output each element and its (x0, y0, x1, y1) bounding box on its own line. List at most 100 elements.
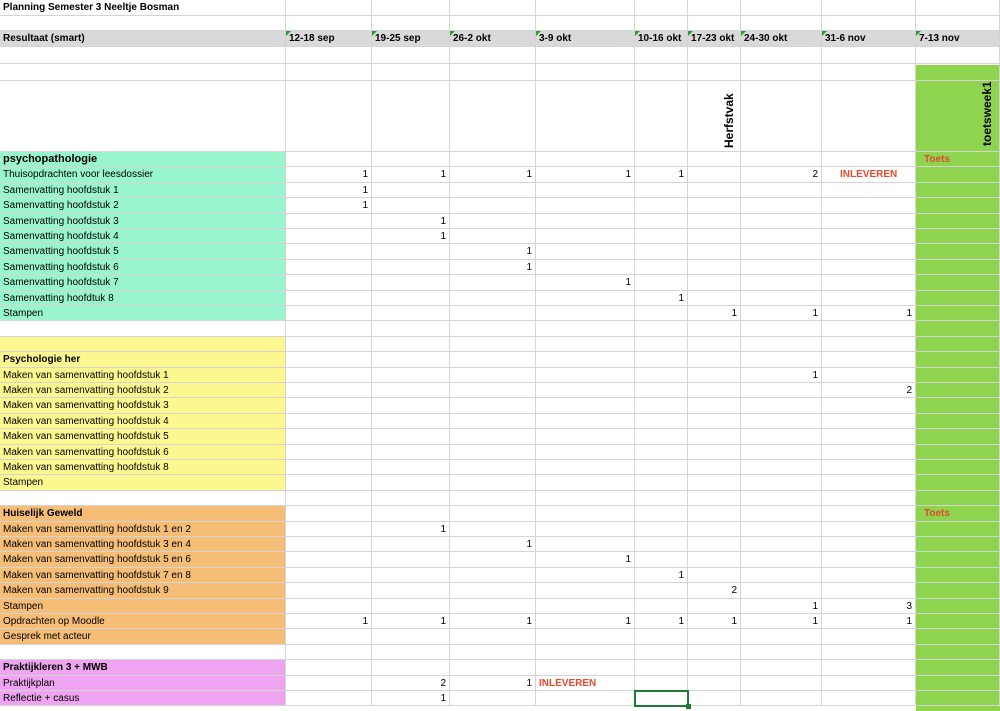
hours-cell[interactable] (450, 398, 536, 414)
hours-cell[interactable] (635, 598, 688, 614)
hours-cell[interactable] (450, 429, 536, 445)
hours-cell[interactable]: 1 (372, 167, 450, 183)
empty-cell[interactable] (688, 16, 741, 31)
empty-cell[interactable] (741, 506, 822, 522)
hours-cell[interactable] (822, 259, 916, 276)
task-label[interactable]: Maken van samenvatting hoofdstuk 5 en 6 (0, 552, 286, 568)
empty-cell[interactable] (741, 321, 822, 337)
empty-cell[interactable] (372, 81, 450, 152)
empty-cell[interactable] (635, 506, 688, 522)
hours-cell[interactable]: 1 (688, 614, 741, 630)
hours-cell[interactable] (536, 429, 635, 445)
toetsweek-cell[interactable] (916, 182, 1000, 199)
hours-cell[interactable]: 1 (450, 259, 536, 276)
hours-cell[interactable] (286, 429, 372, 445)
deadline-note[interactable]: INLEVEREN (822, 167, 916, 183)
toetsweek-cell[interactable] (916, 629, 1000, 645)
toetsweek-cell[interactable] (916, 490, 1000, 507)
hours-cell[interactable] (822, 460, 916, 476)
hours-cell[interactable] (286, 598, 372, 614)
empty-cell[interactable] (741, 490, 822, 507)
hours-cell[interactable] (688, 460, 741, 476)
empty-cell[interactable] (635, 152, 688, 168)
hours-cell[interactable] (536, 229, 635, 245)
hours-cell[interactable] (536, 290, 635, 306)
hours-cell[interactable]: 1 (372, 521, 450, 537)
hours-cell[interactable] (372, 444, 450, 460)
task-label[interactable]: Maken van samenvatting hoofdstuk 1 en 2 (0, 521, 286, 537)
hours-cell[interactable] (536, 537, 635, 553)
hours-cell[interactable] (741, 290, 822, 306)
hours-cell[interactable]: 2 (372, 675, 450, 691)
hours-cell[interactable] (822, 213, 916, 229)
toetsweek-cell[interactable] (916, 367, 1000, 383)
hours-cell[interactable] (372, 537, 450, 553)
empty-cell[interactable] (536, 0, 635, 16)
hours-cell[interactable] (286, 675, 372, 691)
empty-cell[interactable] (0, 47, 286, 64)
empty-cell[interactable] (916, 0, 1000, 16)
hours-cell[interactable] (741, 475, 822, 491)
hours-cell[interactable] (536, 367, 635, 383)
empty-cell[interactable] (286, 47, 372, 64)
hours-cell[interactable] (635, 198, 688, 214)
empty-cell[interactable] (741, 152, 822, 168)
hours-cell[interactable] (450, 182, 536, 199)
empty-cell[interactable] (688, 321, 741, 337)
empty-cell[interactable] (822, 336, 916, 353)
hours-cell[interactable] (635, 552, 688, 568)
hours-cell[interactable] (635, 444, 688, 460)
hours-cell[interactable] (688, 444, 741, 460)
hours-cell[interactable] (536, 198, 635, 214)
hours-cell[interactable] (635, 213, 688, 229)
hours-cell[interactable]: 1 (372, 213, 450, 229)
toetsweek-cell[interactable] (916, 583, 1000, 599)
hours-cell[interactable] (536, 475, 635, 491)
hours-cell[interactable] (286, 413, 372, 430)
empty-cell[interactable] (450, 644, 536, 661)
hours-cell[interactable] (822, 413, 916, 430)
hours-cell[interactable] (372, 429, 450, 445)
hours-cell[interactable] (450, 460, 536, 476)
task-label[interactable]: Opdrachten op Moodle (0, 614, 286, 630)
empty-cell[interactable] (450, 352, 536, 368)
hours-cell[interactable] (688, 398, 741, 414)
hours-cell[interactable] (286, 290, 372, 306)
hours-cell[interactable] (741, 429, 822, 445)
hours-cell[interactable] (688, 367, 741, 383)
hours-cell[interactable] (688, 182, 741, 199)
hours-cell[interactable]: 1 (536, 614, 635, 630)
empty-cell[interactable] (286, 644, 372, 661)
header-week[interactable]: 24-30 okt (741, 31, 822, 47)
empty-cell[interactable] (450, 660, 536, 676)
hours-cell[interactable] (635, 521, 688, 537)
hours-cell[interactable] (822, 229, 916, 245)
task-label[interactable]: Maken van samenvatting hoofdstuk 7 en 8 (0, 567, 286, 584)
empty-cell[interactable] (372, 352, 450, 368)
empty-cell[interactable] (635, 352, 688, 368)
hours-cell[interactable] (741, 552, 822, 568)
hours-cell[interactable] (635, 475, 688, 491)
section-title[interactable]: Psychologie her (0, 352, 286, 368)
hours-cell[interactable] (688, 198, 741, 214)
hours-cell[interactable] (688, 675, 741, 691)
hours-cell[interactable] (372, 583, 450, 599)
hours-cell[interactable] (822, 537, 916, 553)
empty-cell[interactable] (741, 660, 822, 676)
empty-cell[interactable] (822, 644, 916, 661)
hours-cell[interactable] (450, 521, 536, 537)
empty-cell[interactable] (372, 506, 450, 522)
hours-cell[interactable] (286, 567, 372, 584)
hours-cell[interactable] (286, 275, 372, 291)
empty-cell[interactable] (286, 321, 372, 337)
hours-cell[interactable] (450, 290, 536, 306)
hours-cell[interactable] (286, 629, 372, 645)
empty-cell[interactable] (635, 336, 688, 353)
hours-cell[interactable] (822, 475, 916, 491)
task-label[interactable]: Maken van samenvatting hoofdstuk 1 (0, 367, 286, 383)
hours-cell[interactable] (372, 567, 450, 584)
hours-cell[interactable] (822, 552, 916, 568)
hours-cell[interactable] (741, 537, 822, 553)
hours-cell[interactable] (536, 444, 635, 460)
hours-cell[interactable] (450, 367, 536, 383)
